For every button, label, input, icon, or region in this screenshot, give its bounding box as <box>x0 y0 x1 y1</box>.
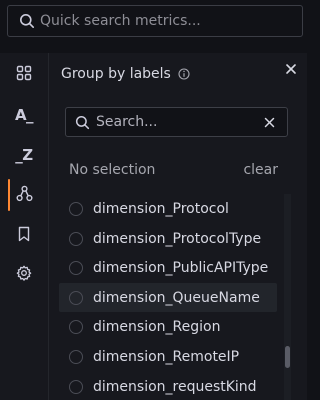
rail-item-settings[interactable] <box>0 259 48 291</box>
list-item[interactable]: dimension_PublicAPIType <box>59 253 277 282</box>
info-icon[interactable] <box>178 68 190 80</box>
clear-selection-button[interactable]: clear <box>243 162 278 178</box>
list-item[interactable]: dimension_ProtocolType <box>59 224 277 253</box>
search-icon <box>19 13 35 29</box>
radio-button[interactable] <box>69 349 83 364</box>
no-selection-label: No selection <box>69 162 156 178</box>
quick-search-input[interactable]: Quick search metrics... <box>7 5 303 37</box>
close-icon[interactable] <box>285 63 297 75</box>
scrollbar-thumb[interactable] <box>285 346 290 368</box>
label-search-placeholder: Search... <box>96 114 158 130</box>
rail-item-sort-za[interactable]: _Z <box>0 139 48 171</box>
list-item-label: dimension_QueueName <box>93 289 260 306</box>
group-labels-icon <box>15 185 33 206</box>
panel-header: Group by labels <box>61 66 190 82</box>
list-item-label: dimension_ProtocolType <box>93 230 262 247</box>
quick-search-placeholder: Quick search metrics... <box>40 13 201 29</box>
gear-icon <box>16 265 32 285</box>
list-item[interactable]: dimension_RemoteIP <box>59 342 277 371</box>
scrollbar-track[interactable] <box>284 194 291 400</box>
radio-button[interactable] <box>69 319 83 334</box>
rail-item-grid[interactable] <box>0 59 48 91</box>
radio-button[interactable] <box>69 290 83 305</box>
rail-item-bookmark[interactable] <box>0 220 48 252</box>
list-item-label: dimension_Region <box>93 318 221 335</box>
clear-search-icon[interactable] <box>264 117 275 128</box>
list-item[interactable]: dimension_Protocol <box>59 194 277 223</box>
list-item[interactable]: dimension_QueueName <box>59 283 277 312</box>
group-by-labels-panel: Group by labels Search... No selection c… <box>49 53 307 400</box>
radio-button[interactable] <box>69 231 83 246</box>
radio-button[interactable] <box>69 379 83 394</box>
search-icon <box>75 115 90 130</box>
sort-z-icon: _Z <box>15 146 33 164</box>
label-search-input[interactable]: Search... <box>65 107 288 137</box>
side-rail: A_ _Z <box>0 53 49 400</box>
label-list: dimension_Protocol dimension_ProtocolTyp… <box>59 194 283 400</box>
list-item[interactable]: dimension_requestKind <box>59 372 277 400</box>
sort-a-icon: A_ <box>14 106 34 124</box>
panel-title: Group by labels <box>61 66 171 82</box>
rail-item-group-by-labels[interactable] <box>0 179 48 211</box>
bookmark-icon <box>17 226 31 246</box>
list-item-label: dimension_requestKind <box>93 378 257 395</box>
radio-button[interactable] <box>69 201 83 216</box>
radio-button[interactable] <box>69 260 83 275</box>
list-item[interactable]: dimension_Region <box>59 312 277 341</box>
list-item-label: dimension_Protocol <box>93 200 229 217</box>
list-item-label: dimension_RemoteIP <box>93 348 240 365</box>
list-item-label: dimension_PublicAPIType <box>93 259 269 276</box>
rail-item-sort-az[interactable]: A_ <box>0 99 48 131</box>
grid-icon <box>16 65 32 85</box>
